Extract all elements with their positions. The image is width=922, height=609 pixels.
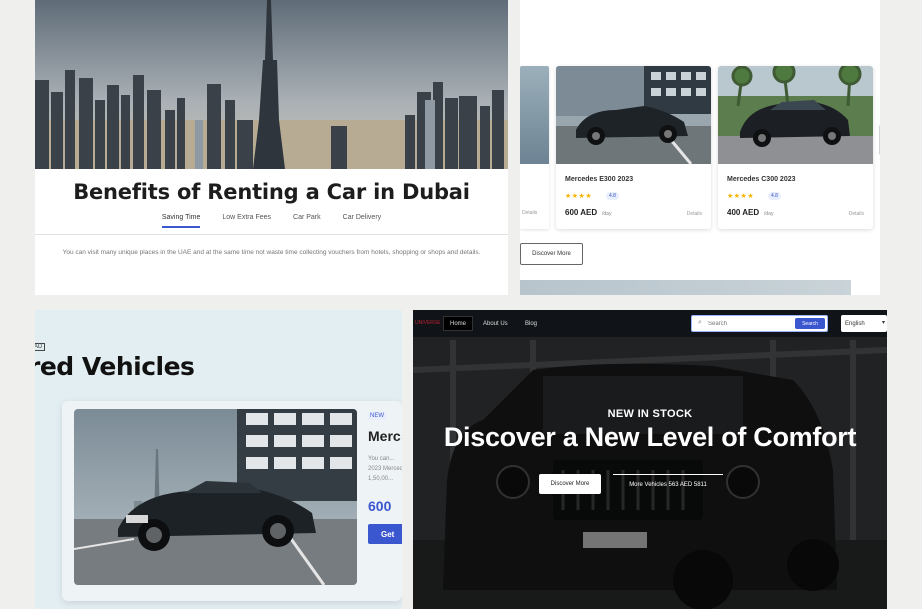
car-image <box>520 66 549 164</box>
car-price: 400 AED <box>727 208 760 217</box>
featured-car-name: Merc <box>368 428 401 444</box>
benefits-body-text: You can visit many unique places in the … <box>62 249 481 256</box>
get-button[interactable]: Get <box>368 524 402 544</box>
car-card[interactable]: Mercedes E300 2023 ★★★★ 4.8 600 AED /day… <box>556 66 711 229</box>
section-badge: AD <box>35 343 46 351</box>
car-list-section: Details Mercedes E300 2023 ★★★★ 4.8 600 … <box>520 0 880 295</box>
search-input[interactable] <box>708 318 792 329</box>
car-image <box>718 66 873 164</box>
car-card[interactable]: Mercedes C300 2023 ★★★★ 4.8 400 AED /day… <box>718 66 873 229</box>
bottom-banner-image <box>520 280 851 295</box>
nav-blog[interactable]: Blog <box>519 316 543 331</box>
hero-headline: Discover a New Level of Comfort <box>443 422 857 452</box>
rating-stars-icon: ★★★★ <box>565 193 593 200</box>
description-line: You can... <box>368 456 395 462</box>
car-card-details-link[interactable]: Details <box>687 211 702 217</box>
description-line: 2023 Mercedes... <box>368 466 402 472</box>
new-tag: NEW <box>368 412 386 420</box>
discover-more-button[interactable]: Discover More <box>520 243 583 265</box>
language-select[interactable]: English ▾ <box>841 315 887 332</box>
car-name: Mercedes C300 2023 <box>727 176 796 183</box>
hero-kicker: NEW IN STOCK <box>607 408 693 420</box>
nav-about-us[interactable]: About Us <box>477 316 514 331</box>
search-bar: ⌕ Search <box>691 315 828 332</box>
tab-saving-time[interactable]: Saving Time <box>161 214 201 228</box>
car-card-tag: Details <box>522 210 538 216</box>
language-label: English <box>845 320 865 327</box>
tab-car-delivery[interactable]: Car Delivery <box>343 214 382 228</box>
search-icon: ⌕ <box>698 319 702 326</box>
hero-more-vehicles-button[interactable]: More Vehicles 563 AED 5811 <box>613 474 723 494</box>
chevron-down-icon: ▾ <box>881 320 885 326</box>
tabs-divider <box>35 234 508 235</box>
car-card-details-link[interactable]: Details <box>849 211 864 217</box>
price-period: /day <box>764 211 774 217</box>
car-image <box>556 66 711 164</box>
featured-car-description: You can... 2023 Mercedes... 1,50,00... <box>368 454 402 484</box>
price-period: /day <box>602 211 612 217</box>
nav-home[interactable]: Home <box>443 316 474 331</box>
hero-section: UNIVERSE Home About Us Blog ⌕ Search Eng… <box>413 310 887 609</box>
car-card-partial[interactable]: Details <box>520 66 549 229</box>
featured-title: red Vehicles <box>35 352 195 381</box>
tab-low-extra-fees[interactable]: Low Extra Fees <box>222 214 271 228</box>
scrollbar[interactable] <box>879 125 880 155</box>
rating-badge: 4.8 <box>768 192 781 200</box>
benefits-tabs: Saving Time Low Extra Fees Car Park Car … <box>35 214 508 228</box>
benefits-title: Benefits of Renting a Car in Dubai <box>73 180 470 204</box>
rating-stars-icon: ★★★★ <box>727 193 755 200</box>
car-name: Mercedes E300 2023 <box>565 176 634 183</box>
hero-overlay <box>413 337 887 609</box>
hero-discover-more-button[interactable]: Discover More <box>539 474 601 494</box>
featured-vehicles-section: AD red Vehicles NEW Merc You can... 2023… <box>35 310 402 609</box>
tab-car-park[interactable]: Car Park <box>293 214 321 228</box>
featured-car-price: 600 <box>368 498 392 514</box>
rating-badge: 4.8 <box>606 192 619 200</box>
dubai-skyline-image <box>35 0 508 169</box>
benefits-section: Benefits of Renting a Car in Dubai Savin… <box>35 0 508 295</box>
featured-car-image <box>74 409 357 585</box>
description-line: 1,50,00... <box>368 476 394 482</box>
search-button[interactable]: Search <box>795 318 825 329</box>
car-price: 600 AED <box>565 208 598 217</box>
logo[interactable]: UNIVERSE <box>415 320 441 326</box>
top-navbar: UNIVERSE Home About Us Blog ⌕ Search Eng… <box>413 310 887 337</box>
